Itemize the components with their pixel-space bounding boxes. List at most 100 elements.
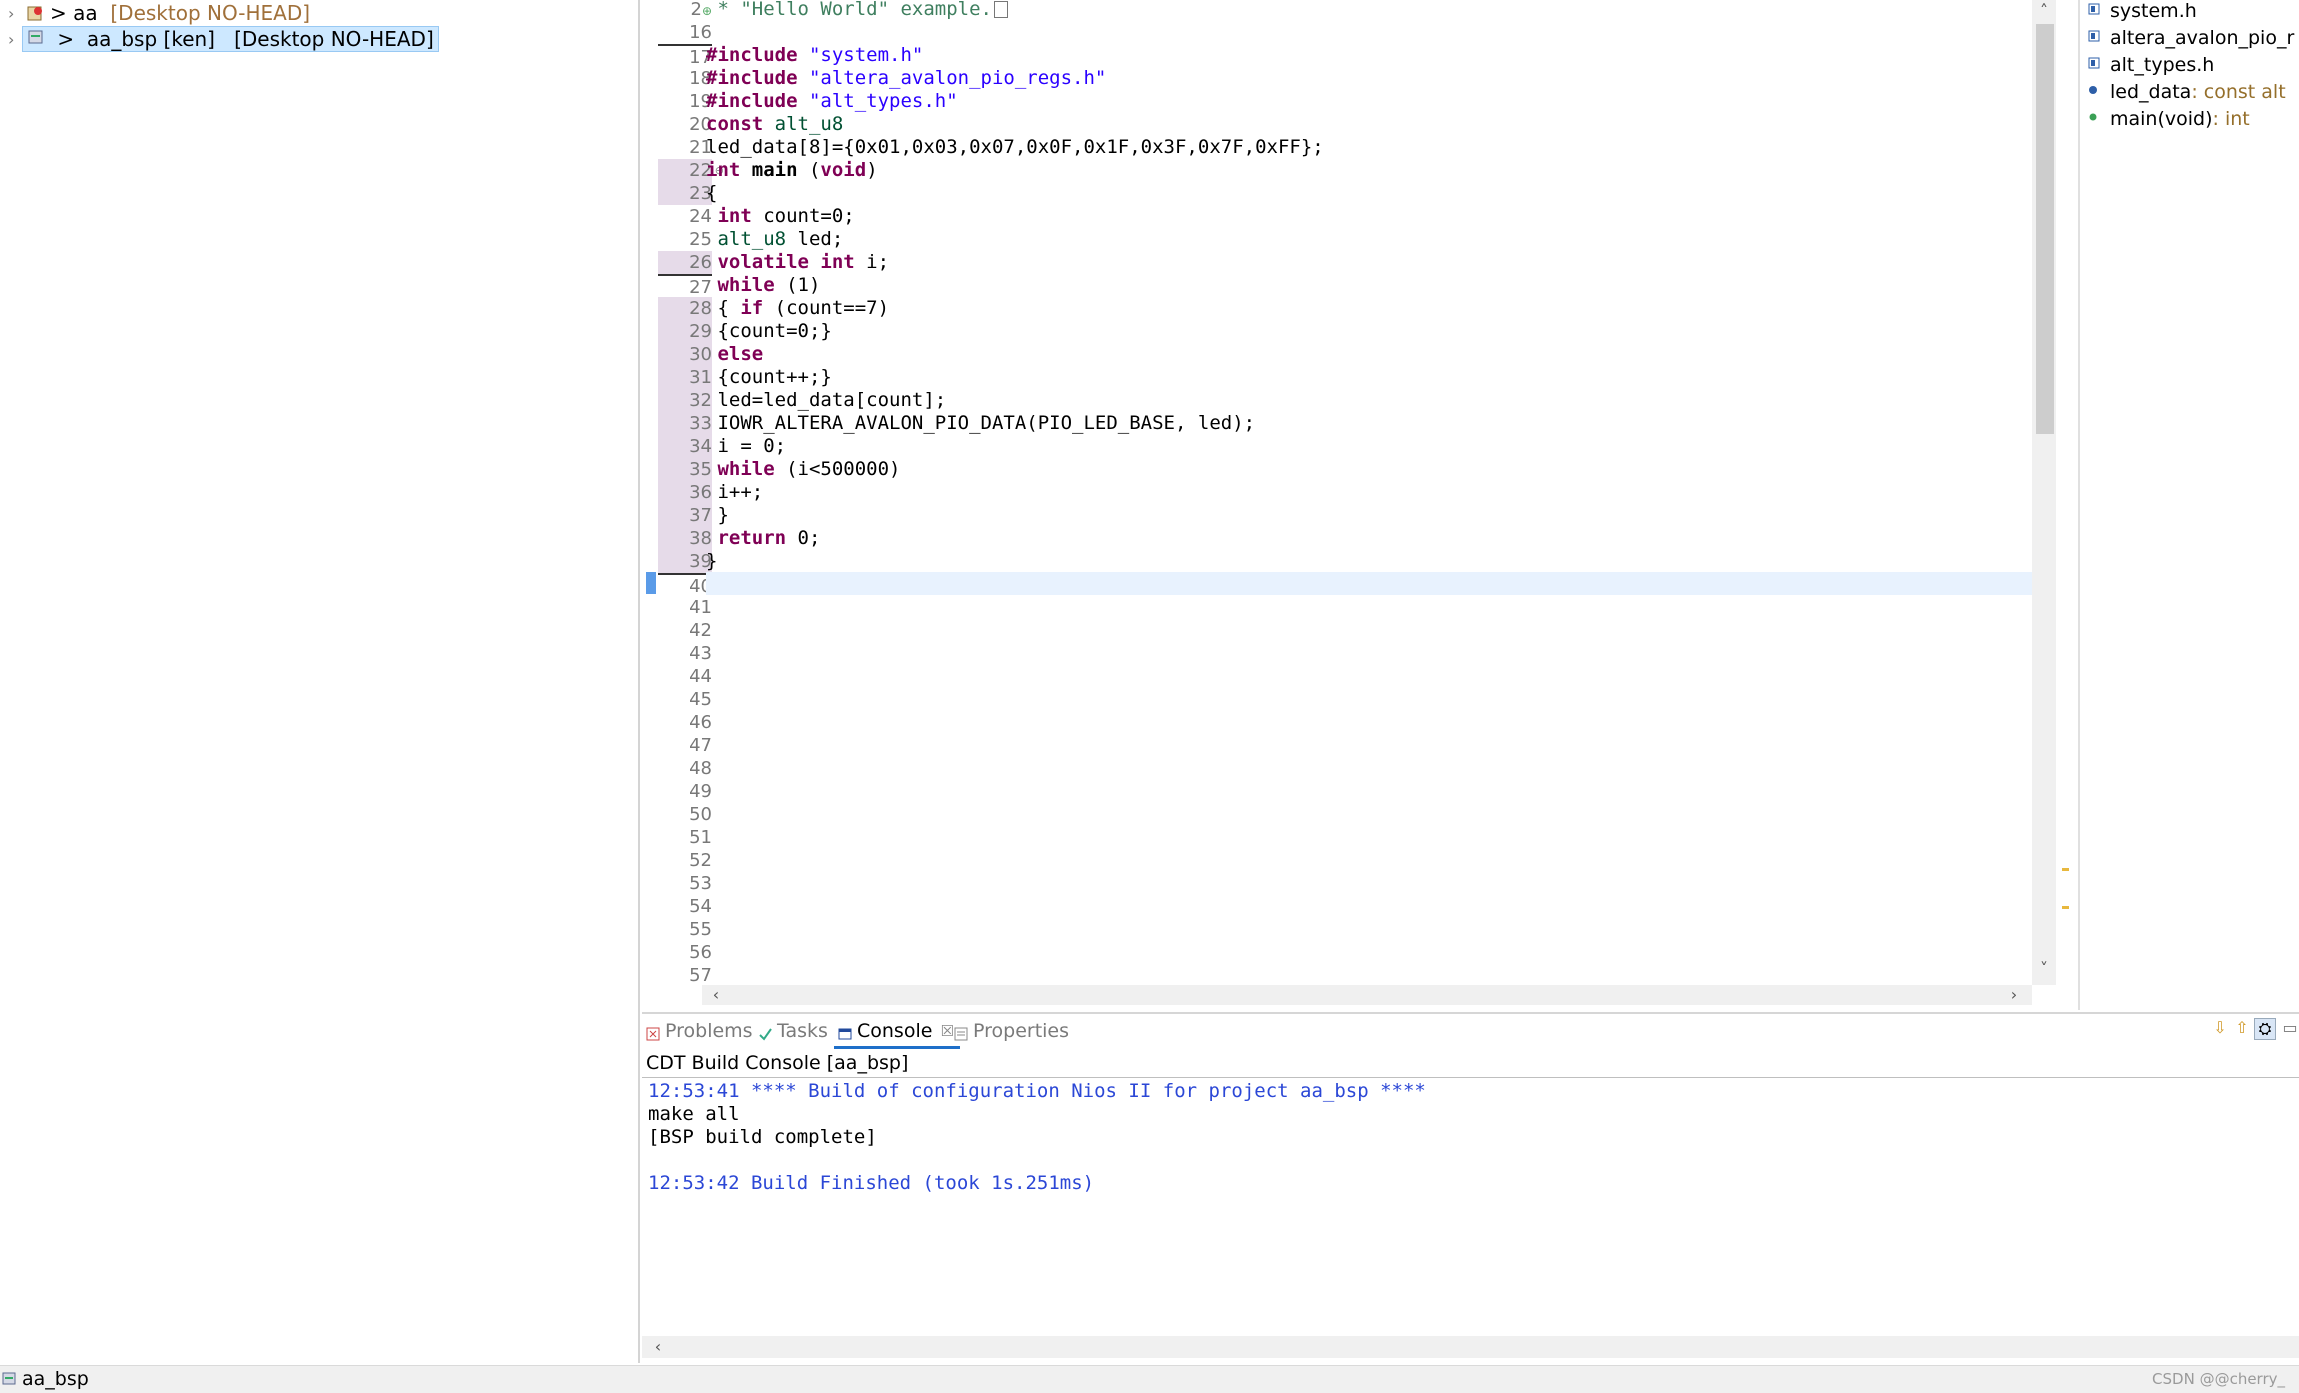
tab-properties[interactable]: Properties — [954, 1016, 1069, 1046]
overview-ruler[interactable] — [2058, 0, 2072, 985]
line-number: 16 — [689, 22, 712, 43]
tab-problems[interactable]: Problems — [646, 1016, 753, 1046]
line-number: 18 — [689, 68, 712, 89]
status-bar: aa_bsp CSDN @@cherry_ — [0, 1365, 2299, 1393]
outline-item-include[interactable]: alt_types.h — [2088, 51, 2214, 78]
scroll-down-icon[interactable]: ˅ — [2032, 958, 2056, 980]
bsp-project-icon — [2, 1372, 16, 1385]
line-number: 29 — [658, 320, 712, 343]
line-number: 31 — [658, 366, 712, 389]
outline-item-variable[interactable]: led_data : const alt — [2089, 78, 2286, 105]
include-icon — [2088, 57, 2100, 69]
code-line: {count=0;} — [706, 320, 832, 342]
close-icon[interactable]: ☒ — [940, 1022, 953, 1040]
warning-mark[interactable] — [2062, 906, 2069, 909]
outline-item-include[interactable]: system.h — [2088, 0, 2197, 24]
scroll-right-icon[interactable]: › — [2002, 984, 2026, 1006]
line-number: 55 — [689, 919, 712, 940]
pin-console-icon[interactable]: ⛭ — [2254, 1018, 2276, 1040]
line-number: 42 — [689, 620, 712, 641]
line-number: 33 — [658, 412, 712, 435]
console-line: make all — [648, 1103, 740, 1125]
outline-item-include[interactable]: altera_avalon_pio_r — [2088, 24, 2294, 51]
code-line: led_data[8]={0x01,0x03,0x07,0x0F,0x1F,0x… — [706, 136, 1324, 158]
scroll-up-icon[interactable]: ˄ — [2032, 0, 2056, 22]
code-line: #include "altera_avalon_pio_regs.h" — [706, 67, 1107, 89]
selected-project-label[interactable]: > aa_bsp [ken] [Desktop NO-HEAD] — [22, 26, 439, 52]
console-icon — [838, 1024, 852, 1040]
project-name: aa — [73, 1, 98, 25]
code-line: const alt_u8 — [706, 113, 844, 135]
display-console-icon[interactable]: ▭ — [2280, 1018, 2299, 1038]
project-explorer: › > aa [Desktop NO-HEAD] › > aa_bsp [ken… — [0, 0, 640, 1363]
code-line: volatile int i; — [706, 251, 890, 273]
annotation-ruler — [646, 0, 658, 990]
line-number: 20 — [689, 114, 712, 135]
line-number: 25 — [689, 229, 712, 250]
line-number: 48 — [689, 758, 712, 779]
project-item-aa[interactable]: › > aa [Desktop NO-HEAD] — [8, 0, 310, 26]
git-dirty-marker: > — [57, 27, 81, 51]
line-number: 44 — [689, 666, 712, 687]
scroll-left-icon[interactable]: ‹ — [704, 984, 728, 1006]
line-number: 54 — [689, 896, 712, 917]
watermark: CSDN @@cherry_ — [2152, 1370, 2285, 1388]
code-line: { if (count==7) — [706, 297, 890, 319]
code-line: return 0; — [706, 527, 821, 549]
folded-comment-box[interactable] — [993, 1, 1008, 18]
line-number: 21 — [689, 137, 712, 158]
code-area[interactable]: * "Hello World" example. #include "syste… — [706, 0, 2026, 990]
code-editor[interactable]: 2⊕ 16 17 18 19 20 21 22 ⊖ 23 24 25 26 27 28 29 30 31 32 33… — [642, 0, 2072, 1010]
chevron-right-icon[interactable]: › — [8, 30, 22, 49]
console-title: CDT Build Console [aa_bsp] — [646, 1052, 909, 1074]
code-line: else — [706, 343, 764, 365]
console-line: 12:53:41 **** Build of configuration Nio… — [648, 1080, 1426, 1102]
console-horizontal-scrollbar[interactable]: ‹ — [642, 1336, 2299, 1358]
tab-console[interactable]: Console ☒ — [834, 1016, 960, 1049]
function-icon — [2089, 113, 2097, 121]
editor-horizontal-scrollbar[interactable]: ‹ › — [702, 985, 2032, 1005]
scroll-thumb[interactable] — [2036, 24, 2054, 434]
project-name: aa_bsp [ken] — [86, 27, 215, 51]
line-number: 35 — [658, 458, 712, 481]
scroll-left-icon[interactable]: ‹ — [646, 1336, 670, 1358]
code-line: i = 0; — [706, 435, 787, 457]
code-line: alt_u8 led; — [706, 228, 844, 250]
code-line: #include "alt_types.h" — [706, 90, 958, 112]
chevron-right-icon[interactable]: › — [8, 4, 22, 23]
line-number: 56 — [689, 942, 712, 963]
console-panel: Problems Tasks Console ☒ Properties ⇩ ⇧ … — [642, 1012, 2299, 1365]
line-number: 43 — [689, 643, 712, 664]
tab-tasks[interactable]: Tasks — [758, 1016, 828, 1046]
outline-item-function[interactable]: main(void) : int — [2089, 105, 2250, 132]
code-line: while (1) — [706, 274, 821, 296]
project-icon — [26, 4, 44, 22]
bsp-project-icon — [27, 27, 45, 45]
code-line: #include "system.h" — [706, 44, 924, 66]
variable-icon — [2089, 86, 2097, 94]
code-line: led=led_data[count]; — [706, 389, 947, 411]
panel-tab-bar: Problems Tasks Console ☒ Properties ⇩ ⇧ … — [642, 1014, 2299, 1049]
line-number: 49 — [689, 781, 712, 802]
previous-output-icon[interactable]: ⇧ — [2232, 1018, 2252, 1038]
line-number: 30 — [658, 343, 712, 366]
line-number: 37 — [658, 504, 712, 527]
scroll-lock-icon[interactable]: ⇩ — [2210, 1018, 2230, 1038]
line-number: 52 — [689, 850, 712, 871]
properties-icon — [954, 1024, 968, 1041]
line-number: 17 — [658, 44, 712, 69]
code-line: int main (void) — [706, 159, 878, 181]
editor-vertical-scrollbar[interactable]: ˄ ˅ — [2032, 0, 2056, 985]
line-number: 24 — [689, 206, 712, 227]
divider — [642, 1077, 2299, 1078]
warning-mark[interactable] — [2062, 868, 2069, 871]
project-item-aa-bsp[interactable]: › > aa_bsp [ken] [Desktop NO-HEAD] — [8, 26, 439, 52]
outline-view: system.h altera_avalon_pio_r alt_types.h… — [2078, 0, 2299, 1010]
include-icon — [2088, 3, 2100, 15]
line-number: 40 — [658, 573, 712, 598]
line-number: 22 ⊖ — [658, 159, 724, 182]
line-number: 27 — [658, 274, 712, 299]
code-line: IOWR_ALTERA_AVALON_PIO_DATA(PIO_LED_BASE… — [706, 412, 1256, 434]
line-number: 32 — [658, 389, 712, 412]
line-number: 39 — [658, 550, 712, 573]
